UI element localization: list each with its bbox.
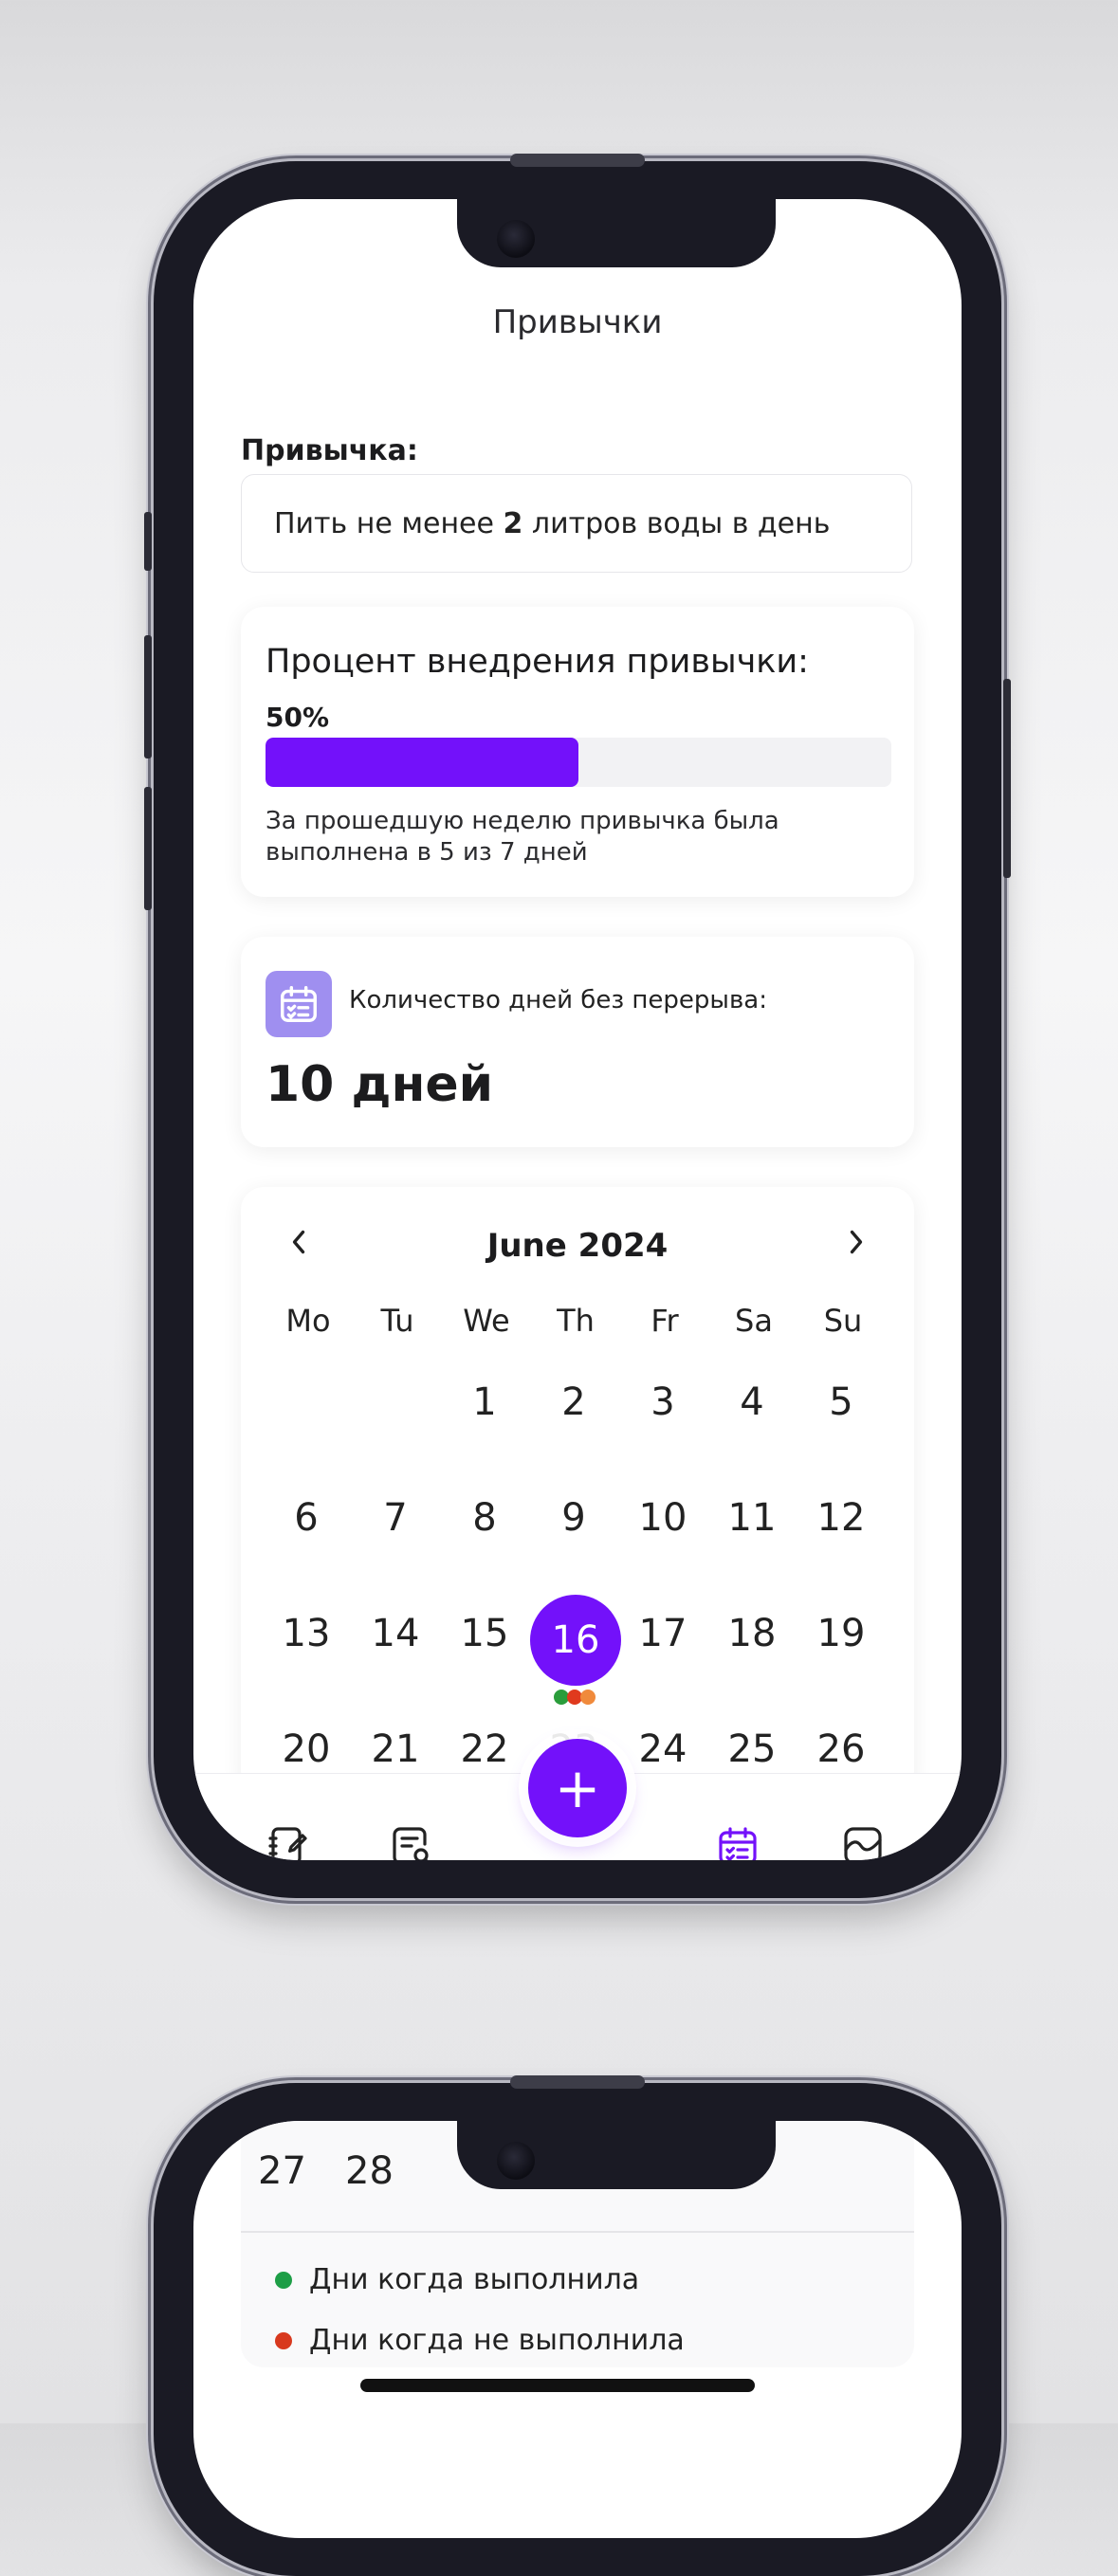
calendar-day[interactable]: 11 xyxy=(709,1496,795,1540)
speaker-grille xyxy=(510,154,645,167)
add-habit-button[interactable]: + xyxy=(528,1739,627,1837)
front-camera xyxy=(497,220,535,258)
calendar-day[interactable]: 20 xyxy=(264,1727,349,1771)
calendar-day[interactable]: 13 xyxy=(264,1612,349,1655)
calendar-day[interactable]: 3 xyxy=(620,1380,706,1424)
calendar-day[interactable]: 9 xyxy=(531,1496,616,1540)
speaker-grille xyxy=(510,2075,645,2089)
habit-label: Привычка: xyxy=(241,434,418,467)
front-camera xyxy=(497,2142,535,2180)
weekday-label: We xyxy=(463,1303,510,1339)
next-month-button[interactable] xyxy=(846,1227,867,1265)
calendar-day[interactable]: 22 xyxy=(442,1727,527,1771)
legend-not-done: Дни когда не выполнила xyxy=(275,2324,685,2357)
divider xyxy=(241,2231,914,2233)
calendar-day[interactable]: 27 xyxy=(258,2149,306,2193)
volume-down-button xyxy=(144,787,152,910)
weekday-label: Tu xyxy=(380,1303,414,1339)
weekday-label: Mo xyxy=(285,1303,331,1339)
day-status-markers xyxy=(554,1690,596,1705)
phone-frame-second: 27 28 Дни когда выполнила Дни когда не в… xyxy=(154,2075,1001,2576)
calendar-day[interactable]: 6 xyxy=(264,1496,349,1540)
page-title: Привычки xyxy=(492,303,663,341)
calendar-day[interactable]: 14 xyxy=(353,1612,438,1655)
calendar-day-selected[interactable]: 16 xyxy=(530,1595,621,1686)
calendar-day[interactable]: 24 xyxy=(620,1727,706,1771)
streak-value: 10 дней xyxy=(266,1056,494,1113)
progress-title: Процент внедрения привычки: xyxy=(266,643,809,681)
weekday-label: Th xyxy=(557,1303,595,1339)
calendar-card: June 2024 Mo Tu We Th Fr Sa Su 1 2 3 4 5 6 7 8 9 10 11 12 1… xyxy=(241,1187,914,1794)
calendar-day[interactable]: 1 xyxy=(442,1380,527,1424)
habit-progress-card: Процент внедрения привычки: 50% За проше… xyxy=(241,607,914,897)
calendar-day[interactable]: 10 xyxy=(620,1496,706,1540)
notch xyxy=(457,2121,776,2189)
calendar-day[interactable]: 4 xyxy=(709,1380,795,1424)
weekday-label: Sa xyxy=(735,1303,773,1339)
phone-frame: Привычки Привычка: Пить не менее 2 литро… xyxy=(144,154,1011,1898)
weekday-label: Fr xyxy=(651,1303,679,1339)
calendar-day[interactable]: 28 xyxy=(345,2149,394,2193)
app-screen: Привычки Привычка: Пить не менее 2 литро… xyxy=(193,199,962,1860)
power-button xyxy=(1003,679,1011,878)
weekday-label: Su xyxy=(823,1303,863,1339)
habit-text-number: 2 xyxy=(503,506,523,540)
habit-text-suffix: литров воды в день xyxy=(522,506,831,540)
calendar-day[interactable]: 2 xyxy=(531,1380,616,1424)
calendar-day[interactable]: 8 xyxy=(442,1496,527,1540)
calendar-day[interactable]: 26 xyxy=(798,1727,884,1771)
legend-done-label: Дни когда выполнила xyxy=(309,2263,640,2296)
streak-card: Количество дней без перерыва: 10 дней xyxy=(241,937,914,1147)
streak-label: Количество дней без перерыва: xyxy=(349,986,767,1014)
chart-icon[interactable] xyxy=(840,1823,886,1860)
calendar-day[interactable]: 12 xyxy=(798,1496,884,1540)
green-dot-icon xyxy=(275,2271,292,2289)
habit-text-prefix: Пить не менее xyxy=(274,506,504,540)
notch xyxy=(457,199,776,267)
calendar-day[interactable]: 19 xyxy=(798,1612,884,1655)
calendar-month-title: June 2024 xyxy=(486,1227,669,1265)
legend-not-done-label: Дни когда не выполнила xyxy=(309,2324,685,2357)
calendar-day[interactable]: 7 xyxy=(353,1496,438,1540)
calendar-day[interactable]: 18 xyxy=(709,1612,795,1655)
calendar-check-icon[interactable] xyxy=(715,1823,761,1860)
progress-bar-fill xyxy=(266,738,578,787)
notes-edit-icon[interactable] xyxy=(266,1823,311,1860)
calendar-day[interactable]: 5 xyxy=(798,1380,884,1424)
progress-percent: 50% xyxy=(266,702,330,733)
calendar-day[interactable]: 15 xyxy=(442,1612,527,1655)
app-screen-continued: 27 28 Дни когда выполнила Дни когда не в… xyxy=(193,2121,962,2538)
volume-up-button xyxy=(144,635,152,758)
calendar-day[interactable]: 17 xyxy=(620,1612,706,1655)
red-dot-icon xyxy=(275,2331,292,2349)
calendar-check-icon xyxy=(266,971,332,1037)
progress-description: За прошедшую неделю привычка была выполн… xyxy=(266,807,779,867)
calendar-day[interactable]: 25 xyxy=(709,1727,795,1771)
search-list-icon[interactable] xyxy=(389,1823,434,1860)
habit-field[interactable]: Пить не менее 2 литров воды в день xyxy=(241,474,912,573)
home-indicator xyxy=(360,2379,755,2392)
progress-bar xyxy=(266,738,891,787)
mute-switch xyxy=(144,512,152,571)
status-dot-icon xyxy=(580,1690,596,1705)
legend-done: Дни когда выполнила xyxy=(275,2263,639,2296)
calendar-day[interactable]: 21 xyxy=(353,1727,438,1771)
